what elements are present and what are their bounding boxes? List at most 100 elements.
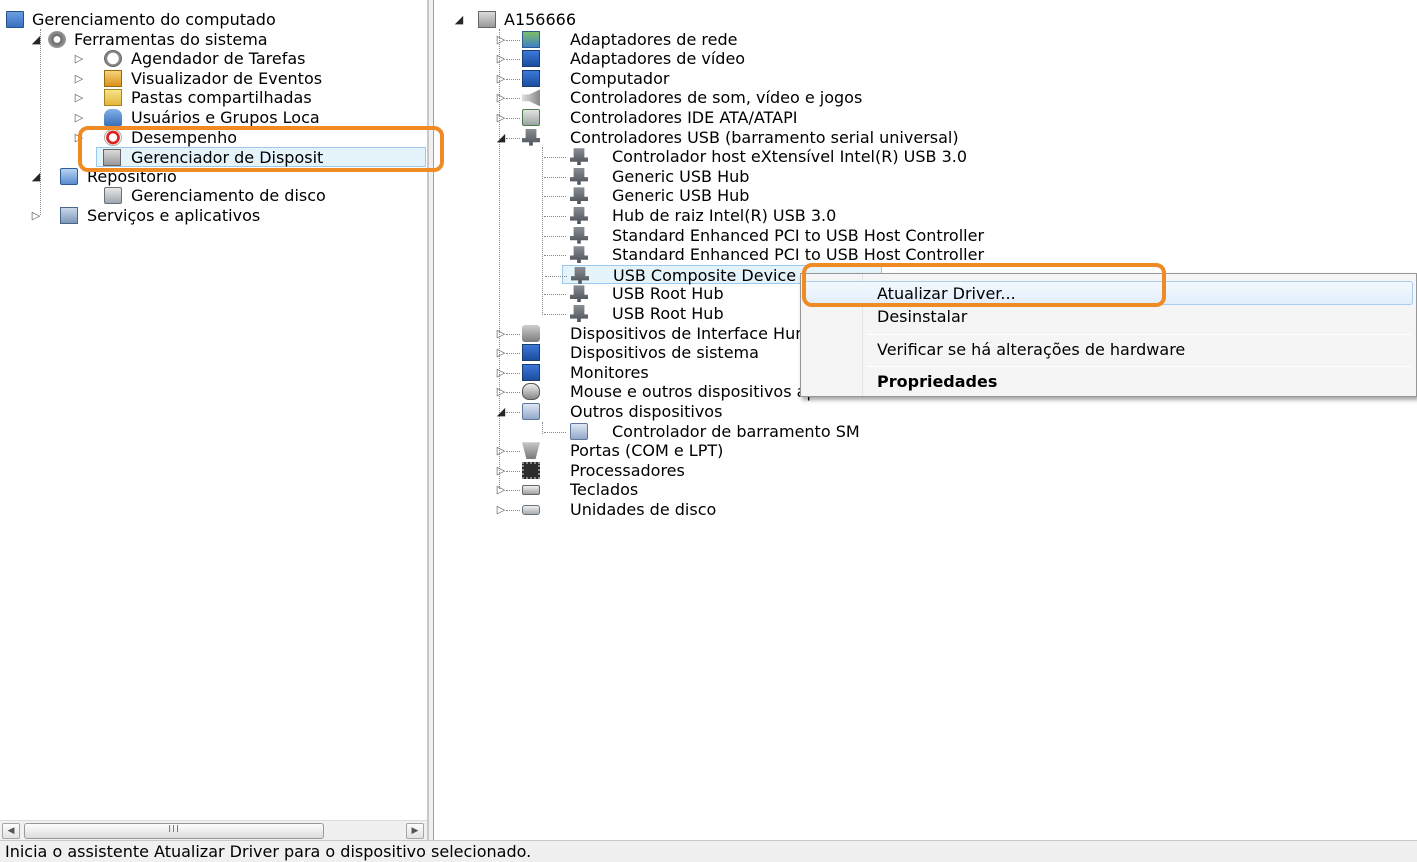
tree-line bbox=[542, 422, 543, 434]
tree-line bbox=[542, 147, 543, 315]
disk-icon bbox=[104, 187, 122, 205]
tree-line bbox=[544, 216, 566, 217]
tree-line bbox=[506, 59, 520, 61]
tree-item-label: Repositório bbox=[87, 166, 177, 186]
usb-icon bbox=[570, 187, 588, 205]
usb-icon bbox=[570, 285, 588, 303]
tree-item-label: Visualizador de Eventos bbox=[131, 68, 323, 88]
tree-line bbox=[506, 412, 520, 413]
menu-item-uninstall[interactable]: Desinstalar bbox=[804, 305, 1413, 329]
shared-folder-icon bbox=[104, 89, 122, 107]
tree-item-label: Unidades de disco bbox=[570, 500, 717, 519]
hid-icon bbox=[522, 324, 540, 342]
tree-item-label: Computador bbox=[570, 68, 670, 88]
tree-item-label: Generic USB Hub bbox=[612, 166, 750, 186]
tree-line bbox=[506, 372, 520, 374]
tree-item-label: Gerenciamento do computado bbox=[32, 10, 276, 29]
tree-item-label: Usuários e Grupos Loca bbox=[131, 108, 320, 127]
tree-item-label: Hub de raiz Intel(R) USB 3.0 bbox=[612, 206, 837, 225]
tree-item-label: A156666 bbox=[504, 10, 577, 29]
menu-separator bbox=[867, 334, 1412, 335]
tree-line bbox=[506, 470, 520, 472]
usb-icon bbox=[570, 226, 588, 244]
tree-line bbox=[506, 137, 520, 139]
expand-arrow-icon[interactable]: ▷ bbox=[72, 49, 86, 69]
tree-item-label: Dispositivos de sistema bbox=[570, 343, 759, 363]
computer-management-icon bbox=[6, 11, 24, 28]
tree-line bbox=[544, 196, 566, 198]
computer-icon bbox=[478, 11, 496, 28]
tree-item-label: USB Composite Device bbox=[613, 265, 797, 285]
expand-arrow-icon[interactable]: ▷ bbox=[72, 128, 86, 148]
tree-item-label: Ferramentas do sistema bbox=[74, 29, 268, 49]
status-bar: Inicia o assistente Atualizar Driver par… bbox=[0, 840, 1417, 862]
warning-device-icon bbox=[570, 422, 588, 440]
tree-item-label: Controlador host eXtensível Intel(R) USB… bbox=[612, 147, 968, 167]
tree-item-label: Standard Enhanced PCI to USB Host Contro… bbox=[612, 245, 985, 265]
tree-item-label: USB Root Hub bbox=[612, 304, 724, 323]
device-manager-icon bbox=[103, 149, 121, 166]
tree-item-label: Standard Enhanced PCI to USB Host Contro… bbox=[612, 225, 985, 245]
disk-drive-icon bbox=[522, 505, 540, 515]
mouse-icon bbox=[522, 383, 540, 401]
tree-line bbox=[506, 39, 520, 41]
tree-line bbox=[545, 275, 567, 277]
tree-item-label: Serviços e aplicativos bbox=[87, 206, 261, 225]
tree-item-label: Adaptadores de rede bbox=[570, 29, 738, 49]
clock-icon bbox=[104, 50, 122, 68]
tree-line bbox=[544, 157, 566, 159]
expand-arrow-icon[interactable]: ▷ bbox=[72, 69, 86, 89]
scroll-left-button[interactable]: ◀ bbox=[2, 823, 20, 839]
usb-icon bbox=[570, 246, 588, 264]
expand-arrow-icon[interactable]: ▷ bbox=[72, 108, 86, 128]
tree-item-label: Controladores de som, vídeo e jogos bbox=[570, 88, 863, 108]
tree-item-label: Teclados bbox=[570, 480, 639, 500]
menu-item-properties[interactable]: Propriedades bbox=[804, 370, 1413, 394]
status-text: Inicia o assistente Atualizar Driver par… bbox=[5, 842, 532, 861]
tree-item-device-manager[interactable]: Gerenciador de Disposit bbox=[96, 147, 426, 167]
tree-item-label: Pastas compartilhadas bbox=[131, 88, 312, 108]
tree-line bbox=[544, 176, 566, 178]
usb-icon bbox=[570, 305, 588, 322]
scrollbar-thumb[interactable]: III bbox=[24, 823, 324, 839]
tree-line bbox=[544, 255, 566, 257]
display-adapter-icon bbox=[522, 50, 540, 68]
tree-line bbox=[506, 392, 520, 394]
event-log-icon bbox=[104, 69, 122, 87]
monitor-icon bbox=[522, 363, 540, 381]
tree-item-label: Desempenho bbox=[131, 127, 237, 147]
menu-item-update-driver[interactable]: Atualizar Driver... bbox=[804, 281, 1413, 305]
tree-line bbox=[40, 29, 41, 215]
users-icon bbox=[104, 109, 122, 126]
collapse-arrow-icon[interactable]: ◢ bbox=[29, 30, 43, 50]
menu-item-scan-hardware[interactable]: Verificar se há alterações de hardware bbox=[804, 338, 1413, 362]
tree-line bbox=[544, 314, 566, 315]
tree-item-label: Portas (COM e LPT) bbox=[570, 441, 724, 461]
usb-icon bbox=[570, 167, 588, 185]
tree-line bbox=[506, 451, 520, 453]
port-icon bbox=[522, 442, 540, 460]
usb-icon bbox=[570, 207, 588, 224]
collapse-arrow-icon[interactable]: ◢ bbox=[29, 167, 43, 187]
expand-arrow-icon[interactable]: ▷ bbox=[72, 88, 86, 108]
ide-controller-icon bbox=[522, 109, 540, 126]
tree-line bbox=[506, 353, 520, 355]
collapse-arrow-icon[interactable]: ◢ bbox=[452, 10, 466, 30]
tree-item-label: Controladores IDE ATA/ATAPI bbox=[570, 108, 798, 127]
services-icon bbox=[60, 207, 78, 224]
tree-item-label: Gerenciamento de disco bbox=[131, 186, 326, 206]
context-menu: Atualizar Driver... Desinstalar Verifica… bbox=[800, 273, 1417, 397]
tree-item-label: Agendador de Tarefas bbox=[131, 49, 306, 69]
processor-icon bbox=[522, 461, 540, 479]
tree-item-label: Generic USB Hub bbox=[612, 186, 750, 206]
tree-item-label: Controlador de barramento SM bbox=[612, 421, 860, 441]
horizontal-scrollbar[interactable]: ◀ III ▶ bbox=[0, 820, 427, 840]
expand-arrow-icon[interactable]: ▷ bbox=[29, 206, 43, 226]
tree-line bbox=[506, 490, 520, 492]
tree-line bbox=[506, 510, 520, 511]
tree-line bbox=[506, 78, 520, 80]
tree-item-label: USB Root Hub bbox=[612, 284, 724, 304]
scroll-right-button[interactable]: ▶ bbox=[406, 823, 424, 839]
keyboard-icon bbox=[522, 485, 540, 496]
tree-item-label: Controladores USB (barramento serial uni… bbox=[570, 127, 959, 147]
